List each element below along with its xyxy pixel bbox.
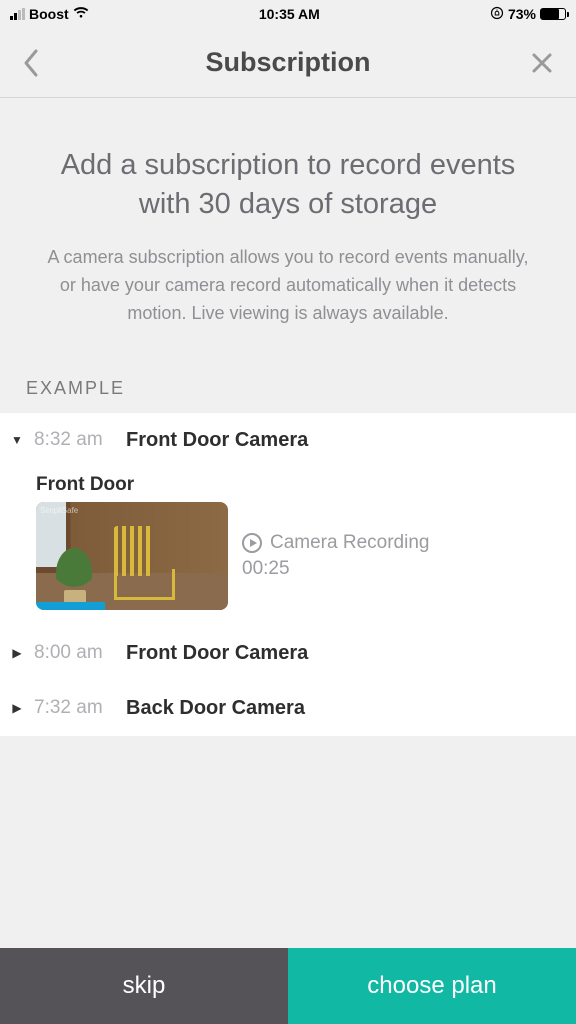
event-name: Front Door Camera [126, 642, 308, 665]
battery-pct: 73% [508, 6, 536, 22]
event-time: 8:32 am [34, 429, 116, 451]
status-bar: Boost 10:35 AM 73% [0, 0, 576, 28]
footer-actions: skip choose plan [0, 948, 576, 1024]
event-time: 8:00 am [34, 642, 116, 664]
recording-title: Front Door [36, 474, 546, 502]
event-time: 7:32 am [34, 697, 116, 719]
progress-bar [36, 602, 105, 610]
battery-icon [540, 8, 566, 20]
event-name: Back Door Camera [126, 697, 305, 720]
page-title: Subscription [56, 47, 520, 78]
event-row[interactable]: ▼ 8:32 am Front Door Camera [0, 413, 576, 468]
subtext: A camera subscription allows you to reco… [0, 244, 576, 368]
recording-duration: 00:25 [242, 558, 429, 580]
chevron-right-icon: ▶ [10, 701, 24, 715]
content: Add a subscription to record events with… [0, 98, 576, 948]
wifi-icon [73, 6, 89, 22]
play-icon [242, 533, 262, 553]
rotation-lock-icon [490, 6, 504, 23]
back-button[interactable] [22, 48, 56, 78]
skip-button[interactable]: skip [0, 948, 288, 1024]
example-label: EXAMPLE [0, 368, 576, 413]
chevron-right-icon: ▶ [10, 646, 24, 660]
event-list: ▼ 8:32 am Front Door Camera Front Door S… [0, 413, 576, 736]
headline: Add a subscription to record events with… [0, 98, 576, 244]
clock: 10:35 AM [259, 6, 320, 22]
event-name: Front Door Camera [126, 429, 308, 452]
event-row[interactable]: ▶ 7:32 am Back Door Camera [0, 681, 576, 736]
signal-icon [10, 8, 25, 20]
carrier-label: Boost [29, 6, 69, 22]
chevron-down-icon: ▼ [10, 433, 24, 447]
event-row[interactable]: ▶ 8:00 am Front Door Camera [0, 626, 576, 681]
recording-label: Camera Recording [270, 532, 429, 554]
close-button[interactable] [520, 51, 554, 75]
recording-card[interactable]: Front Door SimpliSafe Camera Recording [0, 468, 576, 626]
choose-plan-button[interactable]: choose plan [288, 948, 576, 1024]
video-thumbnail[interactable]: SimpliSafe [36, 502, 228, 610]
nav-header: Subscription [0, 28, 576, 98]
